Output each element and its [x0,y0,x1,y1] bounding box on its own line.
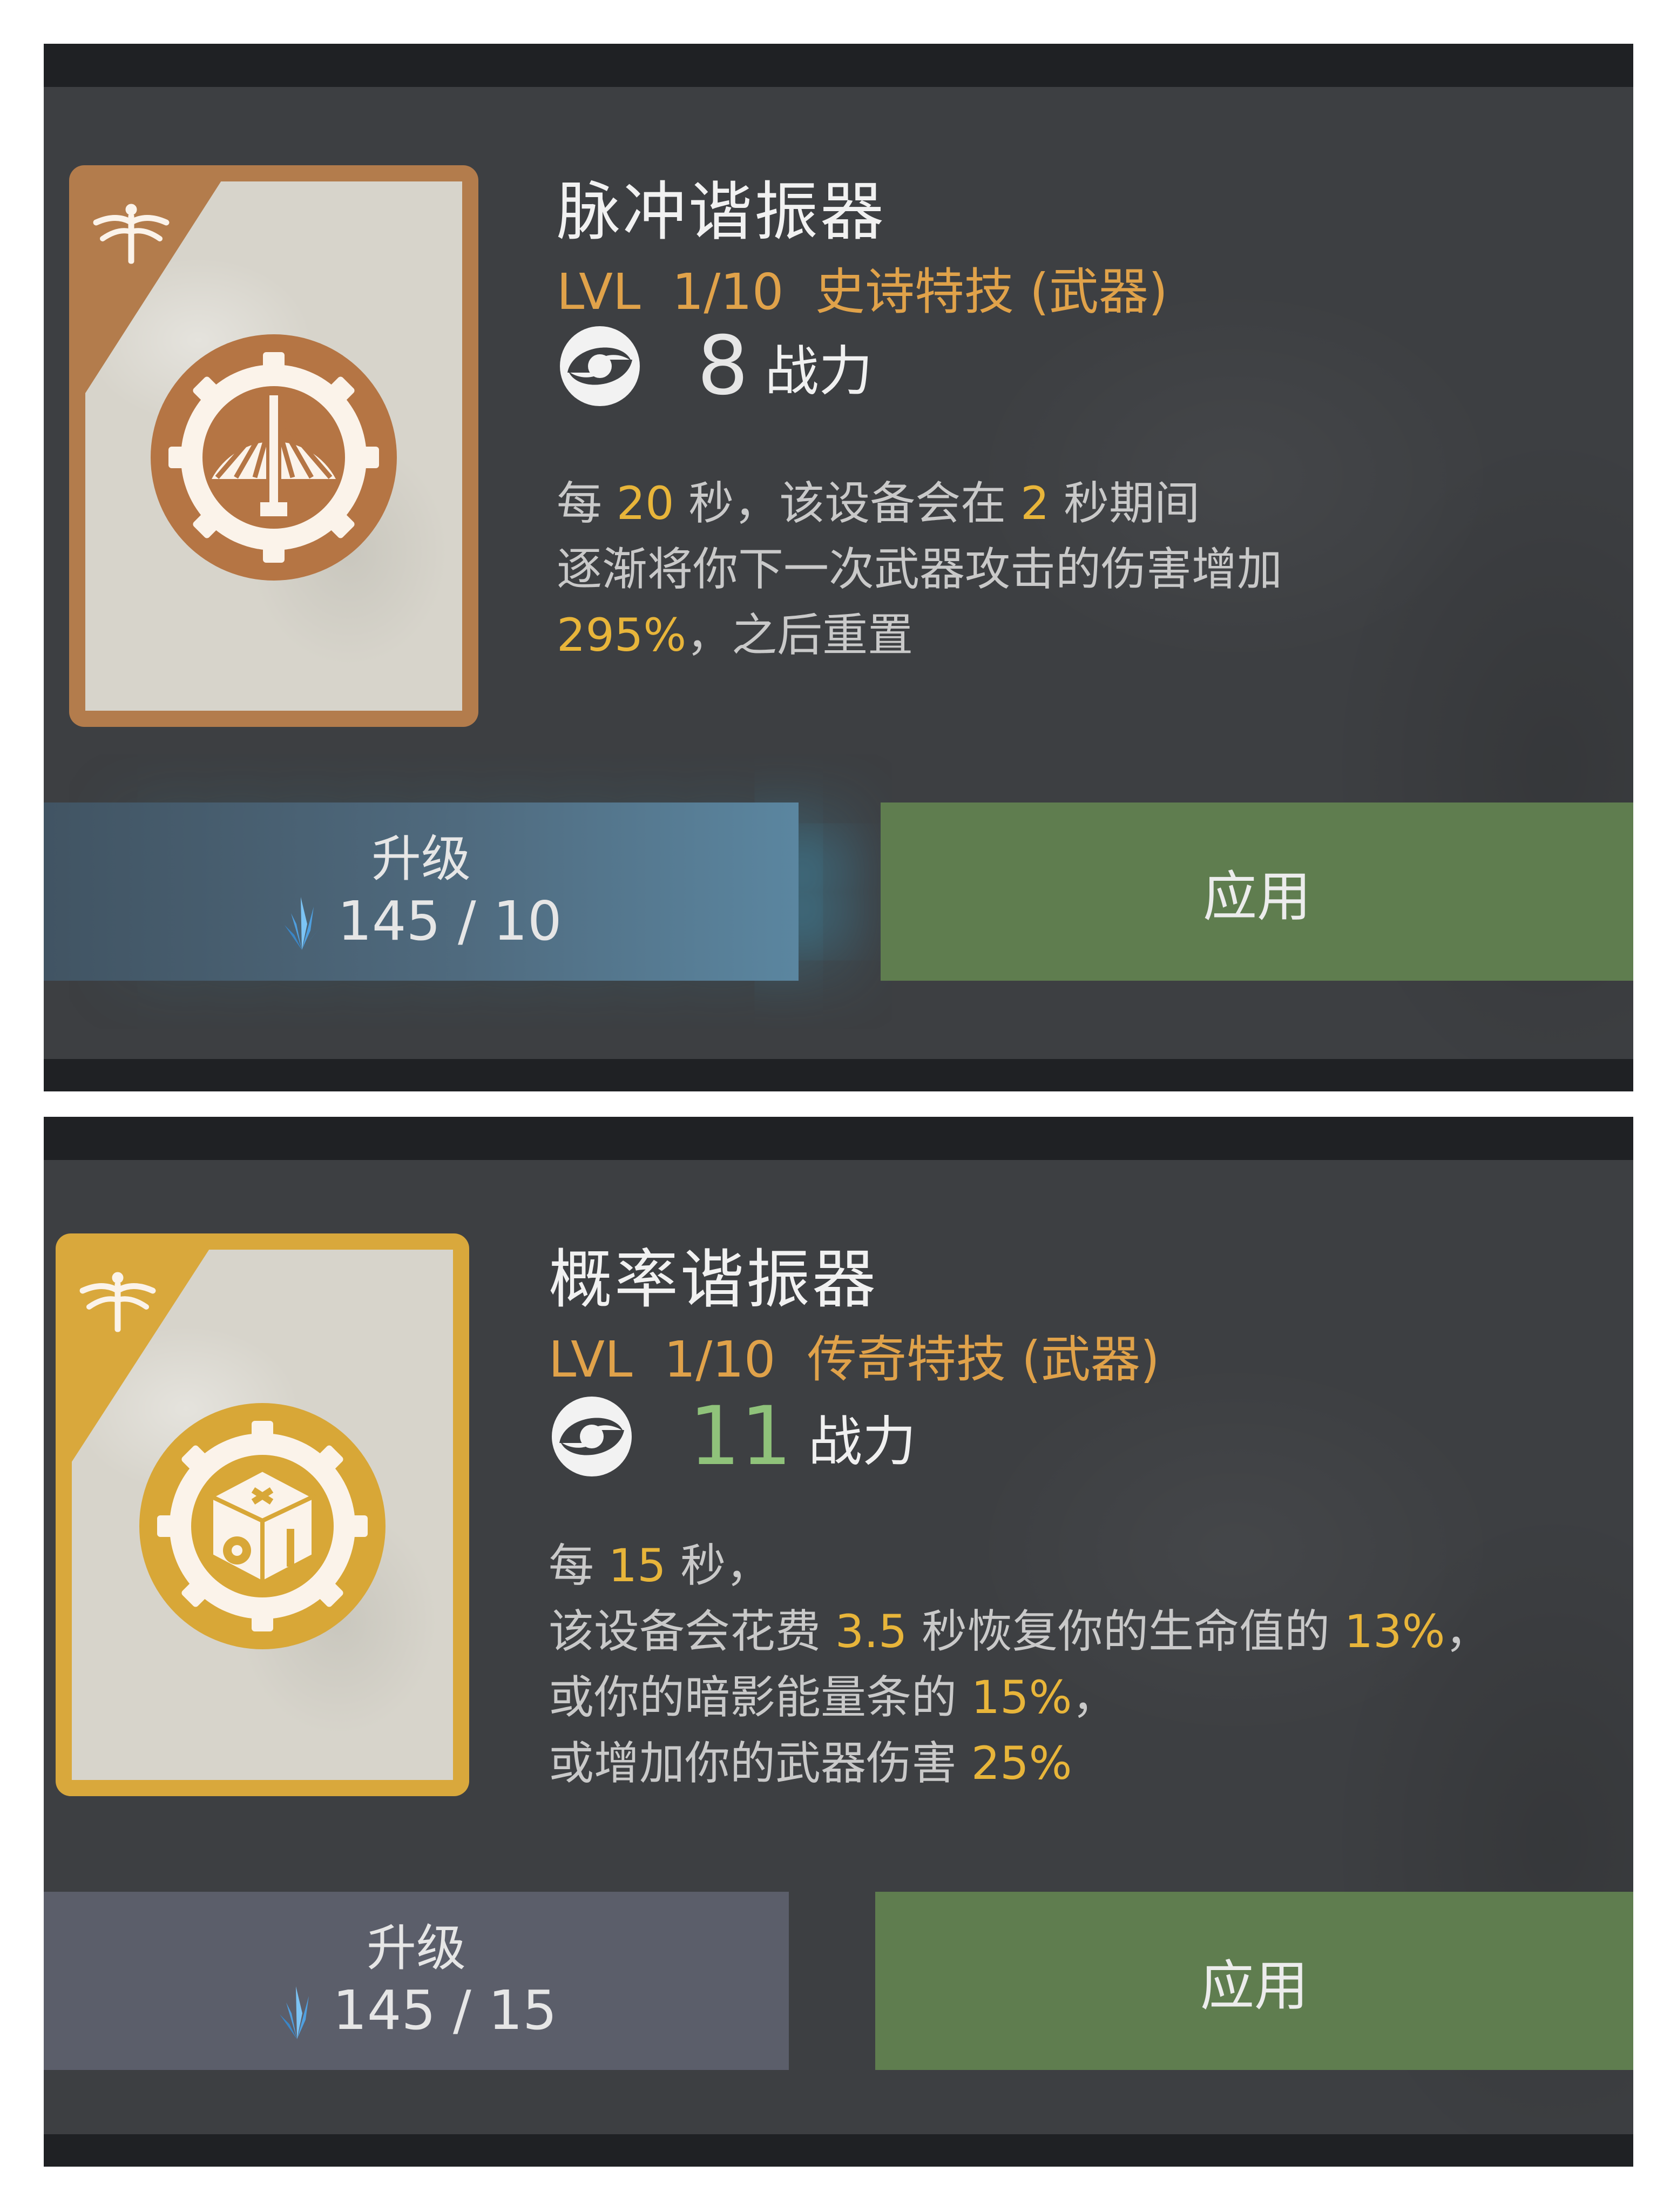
power-swirl-icon [552,1397,632,1476]
upgrade-cost: 145 / 10 [280,889,562,954]
crystal-icon [285,897,321,950]
power-label: 战力 [765,339,873,403]
description-value: 25% [971,1737,1072,1790]
perk-level-rarity: LVL 1/10 史诗特技 (武器) [557,263,1168,321]
description-line: 每 15 秒， [549,1533,1490,1599]
description-text: 秒， [666,1539,772,1592]
perk-level-rarity: LVL 1/10 传奇特技 (武器) [549,1331,1160,1388]
perk-panel-1: 脉冲谐振器 LVL 1/10 史诗特技 (武器) 8 战力 每 20 秒，该设备… [44,44,1633,1091]
description-line: 或增加你的武器伤害 25% [549,1730,1490,1796]
description-text: 每 [557,477,617,530]
description-text: 秒恢复你的生命值的 [907,1605,1344,1658]
description-text: 每 [549,1539,608,1592]
crystal-icon [280,1986,316,2039]
description-text: 或增加你的武器伤害 [549,1737,971,1790]
description-line: 每 20 秒，该设备会在 2 秒期间 [557,470,1282,536]
power-value: 11 [689,1390,792,1483]
power-swirl-icon [560,326,640,406]
panel-top-strip [44,44,1633,87]
dragonfly-icon [79,1272,156,1332]
description-value: 3.5 [835,1605,908,1658]
description-text: 秒期间 [1049,477,1200,530]
apply-button[interactable]: 应用 [881,802,1633,981]
panel-bottom-strip [44,2134,1633,2167]
upgrade-button[interactable]: 升级 145 / 10 [44,802,799,981]
description-line: 295%，之后重置 [557,602,1282,668]
apply-button[interactable]: 应用 [875,1892,1633,2070]
apply-label: 应用 [1203,865,1311,928]
description-value: 13% [1344,1605,1445,1658]
description-value: 20 [616,477,674,530]
description-line: 该设备会花费 3.5 秒恢复你的生命值的 13%， [549,1599,1490,1664]
description-text: 或你的暗影能量条的 [549,1671,971,1724]
power-value: 8 [697,319,749,413]
description-line: 逐渐将你下一次武器攻击的伤害增加 [557,536,1282,602]
power-label: 战力 [808,1410,916,1473]
perk-description: 每 20 秒，该设备会在 2 秒期间逐渐将你下一次武器攻击的伤害增加 295%，之… [557,470,1282,668]
description-value: 15 [608,1539,666,1592]
perk-card-art [56,1233,469,1796]
description-value: 295% [557,609,687,662]
description-text: ，之后重置 [686,609,914,662]
gear-dice-emblem-icon [139,1402,386,1649]
description-text: 秒，该设备会在 [674,477,1020,530]
description-text: 该设备会花费 [549,1605,835,1658]
perk-panel-2: 概率谐振器 LVL 1/10 传奇特技 (武器) 11 战力 每 15 秒， 该设… [44,1117,1633,2167]
description-text: 逐渐将你下一次武器攻击的伤害增加 [557,543,1283,596]
perk-description: 每 15 秒， 该设备会花费 3.5 秒恢复你的生命值的 13%， 或你的暗影能量条… [549,1533,1490,1796]
dragonfly-icon [93,204,170,264]
panel-top-strip [44,1117,1633,1160]
perk-title: 脉冲谐振器 [557,174,887,249]
upgrade-label: 升级 [366,1919,466,1977]
perk-title: 概率谐振器 [549,1242,878,1317]
power-row: 11 战力 [549,1390,916,1483]
power-row: 8 战力 [557,319,873,413]
description-line: 或你的暗影能量条的 15%， [549,1664,1490,1730]
upgrade-label: 升级 [371,830,471,888]
description-text: ， [1072,1671,1118,1724]
upgrade-cost-value: 145 / 10 [337,889,562,953]
apply-label: 应用 [1200,1954,1308,2018]
gear-pulse-emblem-icon [151,334,397,581]
description-value: 15% [971,1671,1072,1724]
description-text: ， [1445,1605,1491,1658]
description-value: 2 [1020,477,1050,530]
upgrade-cost: 145 / 15 [275,1978,557,2043]
perk-card-art [69,165,478,727]
upgrade-button[interactable]: 升级 145 / 15 [44,1892,789,2070]
panel-bottom-strip [44,1059,1633,1091]
upgrade-cost-value: 145 / 15 [333,1979,557,2042]
